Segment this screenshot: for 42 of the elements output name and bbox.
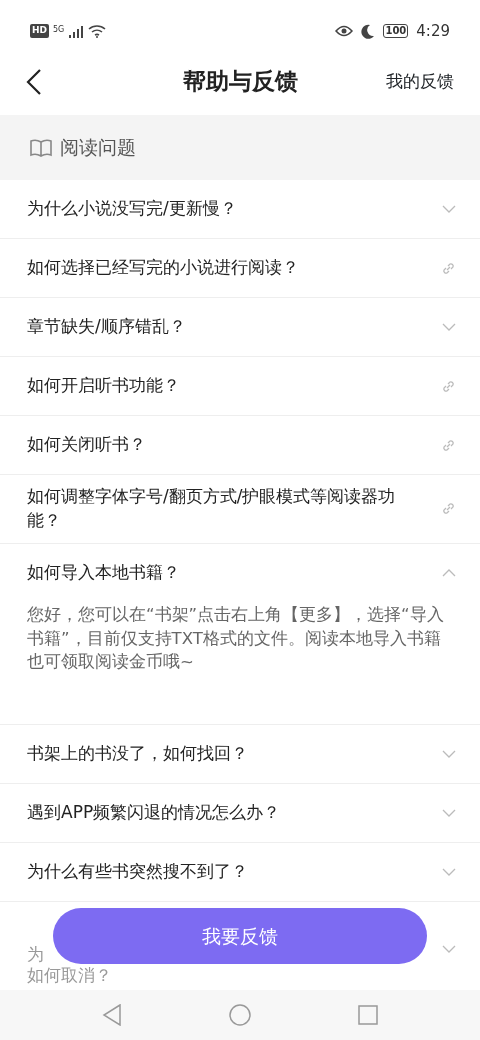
chevron-up-icon[interactable] (442, 569, 456, 578)
question-text: 如何取消？ (27, 964, 112, 986)
book-icon (30, 138, 52, 157)
recents-nav-icon[interactable] (358, 1005, 379, 1025)
link-icon[interactable] (441, 378, 456, 394)
chevron-down-icon[interactable] (442, 323, 456, 331)
link-icon[interactable] (441, 437, 456, 453)
chevron-down-icon[interactable] (442, 868, 456, 877)
link-icon[interactable] (441, 501, 456, 517)
battery-indicator: 100 (383, 24, 409, 38)
question-text[interactable]: 如何开启听书功能？ (27, 374, 180, 398)
wifi-icon (88, 24, 107, 38)
status-time: 4:29 (416, 20, 450, 42)
signal-icon (68, 24, 85, 38)
home-nav-icon[interactable] (229, 1004, 251, 1026)
question-text[interactable]: 章节缺失/顺序错乱？ (27, 315, 186, 339)
question-text[interactable]: 如何调整字体字号/翻页方式/护眼模式等阅读器功能？ (27, 485, 425, 533)
chevron-down-icon[interactable] (442, 205, 456, 213)
feedback-button[interactable]: 我要反馈 (53, 908, 427, 964)
question-text[interactable]: 如何选择已经写完的小说进行阅读？ (27, 256, 299, 280)
question-text[interactable]: 遇到APP频繁闪退的情况怎么办？ (27, 801, 281, 826)
page-title: 帮助与反馈 (182, 67, 298, 97)
chevron-down-icon[interactable] (442, 809, 456, 818)
question-text[interactable]: 为什么小说没写完/更新慢？ (27, 197, 237, 221)
question-text[interactable]: 如何导入本地书籍？ (27, 561, 180, 585)
question-text[interactable]: 书架上的书没了，如何找回？ (27, 742, 248, 767)
hd-indicator: HD (30, 24, 49, 38)
chevron-down-icon[interactable] (442, 750, 456, 759)
question-text: 为 (27, 944, 45, 965)
chevron-down-icon[interactable] (442, 944, 456, 953)
question-text[interactable]: 为什么有些书突然搜不到了？ (27, 860, 248, 885)
eye-icon (335, 25, 354, 37)
answer-text: 您好，您可以在“书架”点击右上角【更多】，选择“导入书籍”，目前仅支持TXT格式的文件。阅读本地导入书籍也可领取阅读金币哦~ (0, 602, 480, 726)
my-feedback-link[interactable]: 我的反馈 (386, 68, 454, 95)
back-nav-icon[interactable] (101, 1004, 122, 1026)
question-text[interactable]: 如何关闭听书？ (27, 433, 146, 457)
link-icon[interactable] (441, 260, 456, 276)
back-button[interactable] (26, 68, 42, 95)
network-label: 5G (53, 24, 65, 36)
back-icon (26, 68, 42, 95)
section-title: 阅读问题 (60, 135, 136, 161)
moon-icon (361, 23, 376, 39)
